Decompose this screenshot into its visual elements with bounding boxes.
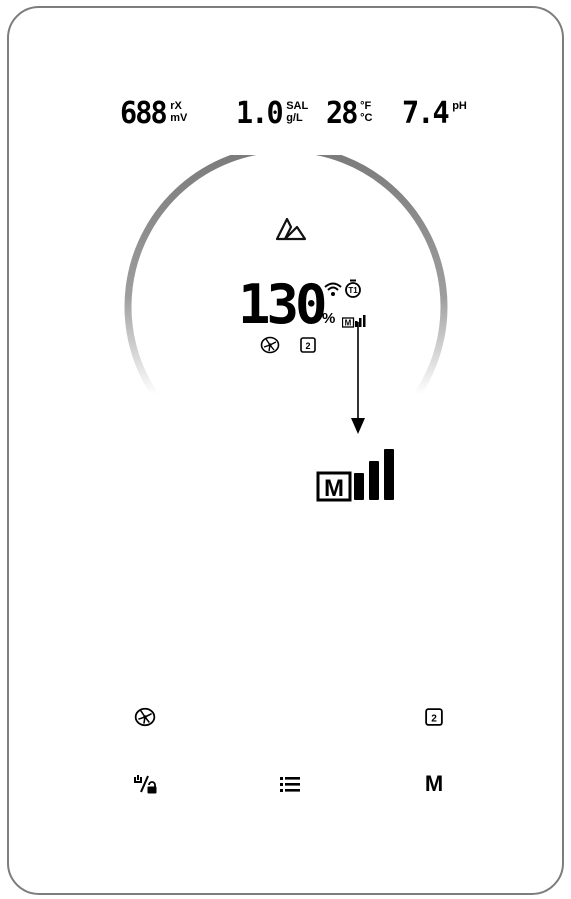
- menu-list-icon: [280, 777, 300, 792]
- readings-row: 688 rX mV 1.0 SAL g/L 28 °F °C 7.4 pH: [0, 99, 571, 139]
- orp-unit-bottom: mV: [170, 112, 188, 124]
- ph-reading: 7.4 pH: [402, 99, 467, 129]
- signal-large-icon: M: [316, 449, 394, 502]
- timer-t1-icon: T1: [345, 279, 361, 298]
- ph-unit: pH: [452, 100, 467, 112]
- salt-value: 1.0: [236, 96, 284, 131]
- timer-label: T1: [348, 286, 358, 295]
- arrow-down-icon: [351, 322, 365, 434]
- program-2-icon: 2: [300, 337, 316, 353]
- program-number: 2: [305, 341, 310, 351]
- device-panel: [7, 6, 564, 895]
- fan-button[interactable]: [130, 703, 160, 731]
- temperature-reading: 28 °F °C: [326, 99, 372, 129]
- salt-unit-top: SAL: [286, 100, 309, 112]
- mode-button[interactable]: M: [420, 770, 448, 798]
- temperature-value: 28: [326, 96, 358, 131]
- production-unit: %: [322, 310, 336, 327]
- power-lock-button[interactable]: [130, 770, 160, 798]
- menu-button[interactable]: [276, 770, 304, 798]
- salt-reading: 1.0 SAL g/L: [236, 99, 308, 129]
- program-button-icon: 2: [425, 708, 443, 726]
- orp-reading: 688 rX mV: [120, 99, 187, 129]
- temperature-unit-f: °F: [360, 100, 372, 112]
- wifi-icon: [324, 282, 342, 296]
- orp-value: 688: [120, 96, 168, 131]
- program-2-button[interactable]: 2: [420, 703, 448, 731]
- zoom-mode-letter: M: [324, 475, 344, 502]
- fan-button-icon: [134, 707, 156, 727]
- production-value: 130: [238, 273, 328, 336]
- brand-logo-icon: [275, 217, 307, 241]
- power-lock-icon: [134, 775, 157, 794]
- salt-unit-bottom: g/L: [286, 112, 303, 124]
- program-button-number: 2: [431, 714, 437, 725]
- orp-unit-top: rX: [170, 100, 182, 112]
- fan-icon: [260, 336, 280, 354]
- temperature-unit-c: °C: [360, 112, 373, 124]
- ph-value: 7.4: [402, 96, 450, 131]
